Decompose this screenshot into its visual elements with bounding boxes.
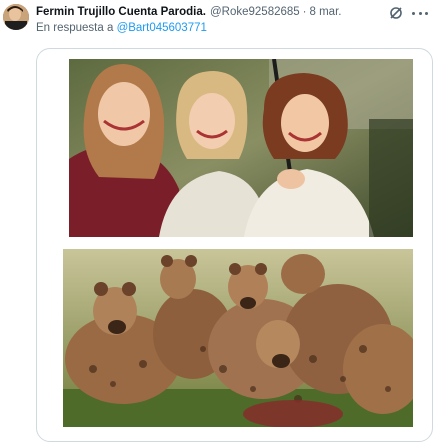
grok-icon[interactable]	[389, 6, 403, 20]
author-name[interactable]: Fermin Trujillo Cuenta Parodia.	[36, 6, 206, 18]
reply-mention[interactable]: @Bart045603771	[117, 22, 207, 34]
avatar-image	[3, 4, 29, 30]
tweet-date[interactable]: 8 mar.	[310, 6, 342, 18]
photo-hyenas-pack[interactable]	[63, 249, 413, 427]
tweet[interactable]: Fermin Trujillo Cuenta Parodia. @Roke925…	[0, 0, 436, 442]
author-handle[interactable]: @Roke92582685	[210, 6, 300, 18]
reply-prefix: En respuesta a	[36, 22, 114, 34]
reply-context: En respuesta a @Bart045603771	[36, 22, 207, 34]
media-card[interactable]	[36, 48, 433, 442]
separator-dot: ·	[302, 6, 307, 18]
avatar[interactable]	[3, 4, 29, 30]
more-icon[interactable]	[412, 6, 428, 20]
tweet-header: Fermin Trujillo Cuenta Parodia. @Roke925…	[36, 4, 341, 20]
photo-three-women-umbrella[interactable]	[69, 59, 413, 237]
